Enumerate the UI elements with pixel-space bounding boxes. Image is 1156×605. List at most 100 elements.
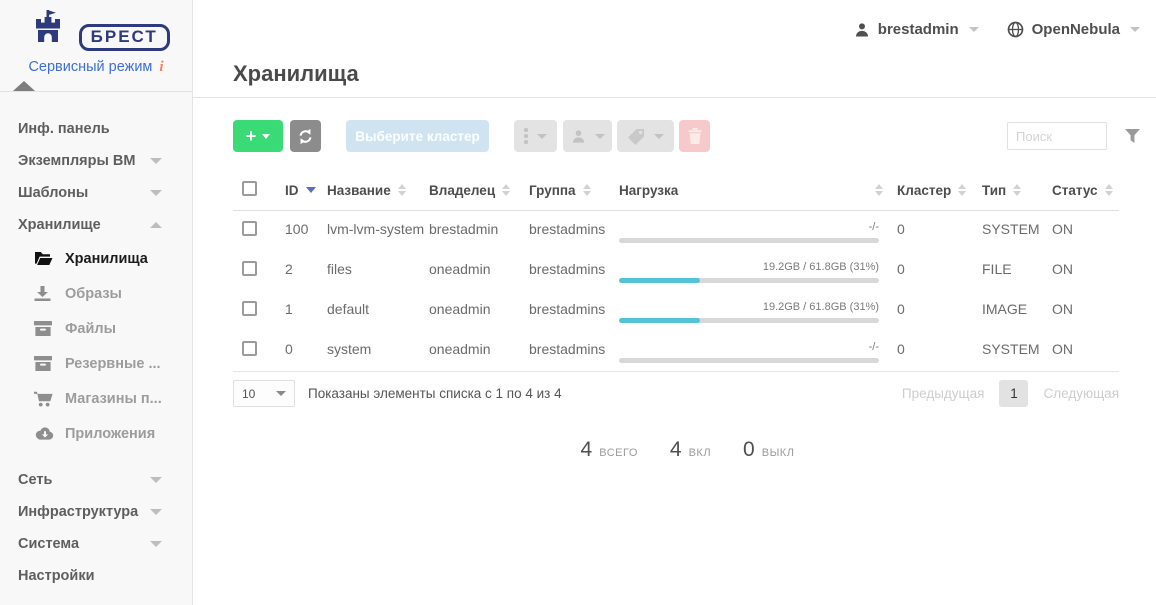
trash-icon (688, 128, 702, 144)
sort-desc-icon (306, 187, 316, 193)
datastores-table: ID Название Владелец Группа Нагрузка Кла… (233, 170, 1119, 372)
sort-icon (875, 184, 883, 196)
stat-off: 0 ВЫКЛ (743, 438, 794, 462)
archive-icon (34, 355, 56, 373)
table-row[interactable]: 100 lvm-lvm-system brestadmin brestadmin… (233, 211, 1119, 252)
column-header-status[interactable]: Статус (1052, 170, 1119, 211)
chevron-down-icon (150, 477, 162, 483)
datastore-stats: 4 ВСЕГО 4 ВКЛ 0 ВЫКЛ (233, 438, 1142, 462)
sort-icon (1013, 184, 1021, 196)
column-header-load[interactable]: Нагрузка (619, 170, 897, 211)
chevron-down-icon (150, 158, 162, 164)
chevron-down-icon (150, 541, 162, 547)
globe-icon (1007, 21, 1024, 38)
sidebar-item-dashboard[interactable]: Инф. панель (0, 113, 192, 145)
sort-icon (1105, 184, 1113, 196)
prev-page-button[interactable]: Предыдущая (902, 386, 985, 401)
top-header: brestadmin OpenNebula Хранилища (193, 0, 1156, 98)
stat-total: 4 ВСЕГО (581, 438, 638, 462)
user-name: brestadmin (878, 21, 959, 38)
chevron-down-icon (150, 509, 162, 515)
select-cluster-button[interactable]: Выберите кластер (346, 120, 489, 152)
sort-icon (502, 184, 510, 196)
filter-funnel-icon[interactable] (1125, 129, 1140, 143)
zone-menu[interactable]: OpenNebula (1007, 21, 1140, 38)
column-header-owner[interactable]: Владелец (429, 170, 529, 211)
page-title: Хранилища (233, 61, 359, 87)
folder-open-icon (34, 250, 56, 268)
list-info: Показаны элементы списка с 1 по 4 из 4 (308, 386, 562, 401)
content: + Выберите кластер (193, 98, 1156, 462)
sidebar-item-datastores[interactable]: Хранилища (0, 241, 192, 276)
chevron-up-icon (150, 222, 162, 228)
ellipsis-v-icon (524, 128, 528, 144)
select-all-checkbox[interactable] (242, 181, 257, 196)
refresh-button[interactable] (290, 120, 321, 152)
user-menu[interactable]: brestadmin (854, 21, 979, 38)
sidebar-item-files[interactable]: Файлы (0, 311, 192, 346)
current-page-button[interactable]: 1 (999, 380, 1028, 407)
search-input[interactable] (1007, 122, 1107, 150)
sidebar-item-images[interactable]: Образы (0, 276, 192, 311)
table-row[interactable]: 1 default oneadmin brestadmins 19.2GB / … (233, 291, 1119, 331)
info-icon[interactable]: i (159, 59, 163, 75)
column-header-type[interactable]: Тип (982, 170, 1052, 211)
load-indicator: 19.2GB / 61.8GB (31%) (619, 301, 897, 323)
sidebar-item-vm-instances[interactable]: Экземпляры ВМ (0, 145, 192, 177)
sidebar-item-apps[interactable]: Приложения (0, 416, 192, 451)
create-datastore-button[interactable]: + (233, 120, 283, 152)
chevron-down-icon (262, 134, 270, 139)
column-header-id[interactable]: ID (285, 170, 327, 211)
chevron-down-icon (969, 27, 979, 32)
sidebar: БРЕСТ Сервисный режимi Инф. панель Экзем… (0, 0, 193, 605)
sidebar-divider (0, 91, 192, 92)
sidebar-item-settings[interactable]: Настройки (0, 560, 192, 592)
labels-button[interactable] (617, 120, 674, 152)
page-size-select[interactable]: 10 (233, 380, 295, 407)
chevron-down-icon (595, 134, 605, 139)
chevron-down-icon (654, 134, 664, 139)
cart-icon (34, 390, 56, 408)
plus-icon: + (246, 126, 257, 147)
table-row[interactable]: 2 files oneadmin brestadmins 19.2GB / 61… (233, 251, 1119, 291)
load-indicator: -/- (619, 341, 897, 363)
service-mode-label: Сервисный режим (28, 59, 152, 75)
table-header-row: ID Название Владелец Группа Нагрузка Кла… (233, 170, 1119, 211)
zone-name: OpenNebula (1032, 21, 1120, 38)
sidebar-item-marketplaces[interactable]: Магазины п... (0, 381, 192, 416)
sort-icon (958, 184, 966, 196)
sidebar-item-system[interactable]: Система (0, 528, 192, 560)
tag-icon (627, 128, 645, 145)
more-actions-button[interactable] (514, 120, 557, 152)
collapse-sidebar-icon[interactable] (13, 81, 35, 91)
load-indicator: -/- (619, 221, 897, 243)
row-checkbox[interactable] (242, 301, 257, 316)
table-footer: 10 Показаны элементы списка с 1 по 4 из … (233, 380, 1119, 407)
user-icon (571, 129, 586, 144)
sort-icon (583, 184, 591, 196)
column-header-group[interactable]: Группа (529, 170, 619, 211)
chevron-down-icon (150, 190, 162, 196)
castle-logo-icon (22, 10, 74, 42)
app-root: БРЕСТ Сервисный режимi Инф. панель Экзем… (0, 0, 1156, 605)
row-checkbox[interactable] (242, 261, 257, 276)
change-owner-button[interactable] (563, 120, 612, 152)
archive-icon (34, 320, 56, 338)
delete-button[interactable] (679, 120, 710, 152)
sidebar-item-templates[interactable]: Шаблоны (0, 177, 192, 209)
sidebar-item-storage[interactable]: Хранилище (0, 209, 192, 241)
pager: Предыдущая 1 Следующая (902, 380, 1119, 407)
row-checkbox[interactable] (242, 221, 257, 236)
sidebar-item-backups[interactable]: Резервные ... (0, 346, 192, 381)
chevron-down-icon (276, 391, 286, 396)
column-header-name[interactable]: Название (327, 170, 429, 211)
row-checkbox[interactable] (242, 341, 257, 356)
sidebar-item-infrastructure[interactable]: Инфраструктура (0, 496, 192, 528)
load-indicator: 19.2GB / 61.8GB (31%) (619, 261, 897, 283)
column-header-cluster[interactable]: Кластер (897, 170, 982, 211)
refresh-icon (297, 128, 314, 145)
sidebar-item-network[interactable]: Сеть (0, 464, 192, 496)
user-icon (854, 22, 870, 38)
next-page-button[interactable]: Следующая (1043, 386, 1119, 401)
table-row[interactable]: 0 system oneadmin brestadmins -/- 0 SYST… (233, 331, 1119, 372)
